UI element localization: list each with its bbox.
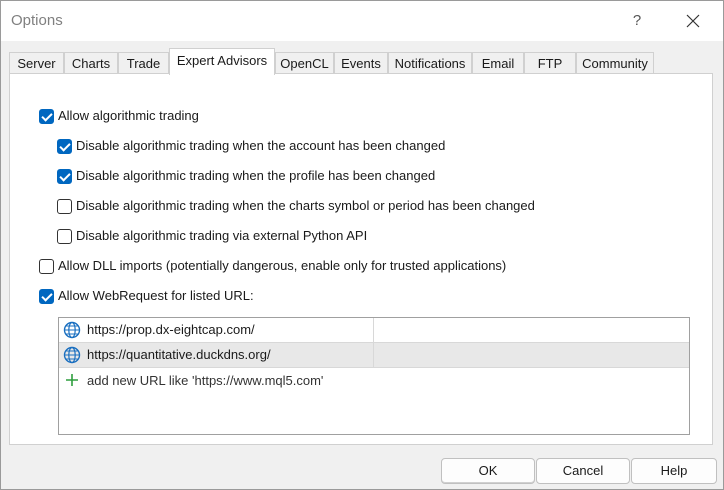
add-url-row[interactable]: add new URL like 'https://www.mql5.com' — [59, 370, 689, 392]
allow-algo-trading-label: Allow algorithmic trading — [58, 108, 199, 123]
close-button[interactable] — [677, 7, 709, 35]
url-text: https://prop.dx-eightcap.com/ — [87, 322, 255, 337]
column-divider — [373, 318, 374, 343]
disable-on-account-change-checkbox[interactable] — [57, 138, 72, 154]
disable-on-symbol-change-label: Disable algorithmic trading when the cha… — [76, 198, 535, 213]
globe-icon — [63, 321, 81, 339]
close-icon — [686, 14, 700, 28]
tab-trade[interactable]: Trade — [118, 52, 169, 74]
url-list[interactable]: https://prop.dx-eightcap.com/ https://qu… — [58, 317, 690, 435]
allow-webrequest-label: Allow WebRequest for listed URL: — [58, 288, 254, 303]
disable-on-profile-change-checkbox[interactable] — [57, 168, 72, 184]
allow-algo-trading-option[interactable]: Allow algorithmic trading — [39, 107, 199, 125]
disable-on-account-change-option[interactable]: Disable algorithmic trading when the acc… — [57, 137, 445, 155]
allow-dll-imports-option[interactable]: Allow DLL imports (potentially dangerous… — [39, 257, 506, 275]
tab-events[interactable]: Events — [334, 52, 388, 74]
tab-server[interactable]: Server — [9, 52, 64, 74]
allow-dll-imports-checkbox[interactable] — [39, 258, 54, 274]
disable-on-symbol-change-checkbox[interactable] — [57, 198, 72, 214]
help-button[interactable]: Help — [631, 458, 717, 484]
disable-on-profile-change-option[interactable]: Disable algorithmic trading when the pro… — [57, 167, 435, 185]
cancel-button[interactable]: Cancel — [536, 458, 630, 484]
options-dialog: Options ? Server Charts Trade Expert Adv… — [0, 0, 724, 490]
column-divider — [373, 343, 374, 368]
add-url-placeholder: add new URL like 'https://www.mql5.com' — [87, 373, 324, 388]
tab-opencl[interactable]: OpenCL — [275, 52, 334, 74]
tab-expert-advisors[interactable]: Expert Advisors — [169, 48, 275, 75]
allow-dll-imports-label: Allow DLL imports (potentially dangerous… — [58, 258, 507, 273]
plus-icon — [66, 374, 78, 386]
disable-python-api-label: Disable algorithmic trading via external… — [76, 228, 368, 243]
tab-community[interactable]: Community — [576, 52, 654, 74]
ok-button[interactable]: OK — [441, 458, 535, 484]
disable-on-account-change-label: Disable algorithmic trading when the acc… — [76, 138, 446, 153]
tab-charts[interactable]: Charts — [64, 52, 118, 74]
title-bar: Options ? — [1, 1, 723, 41]
tab-ftp[interactable]: FTP — [524, 52, 576, 74]
help-title-button[interactable]: ? — [621, 7, 653, 35]
allow-algo-trading-checkbox[interactable] — [39, 108, 54, 124]
url-row-selected[interactable]: https://quantitative.duckdns.org/ — [59, 343, 689, 368]
allow-webrequest-option[interactable]: Allow WebRequest for listed URL: — [39, 287, 254, 305]
tab-email[interactable]: Email — [472, 52, 524, 74]
expert-advisors-panel: Allow algorithmic trading Disable algori… — [9, 73, 713, 445]
disable-python-api-option[interactable]: Disable algorithmic trading via external… — [57, 227, 367, 245]
allow-webrequest-checkbox[interactable] — [39, 288, 54, 304]
url-text: https://quantitative.duckdns.org/ — [87, 347, 271, 362]
globe-icon — [63, 346, 81, 364]
url-row[interactable]: https://prop.dx-eightcap.com/ — [59, 318, 689, 343]
disable-on-profile-change-label: Disable algorithmic trading when the pro… — [76, 168, 436, 183]
disable-python-api-checkbox[interactable] — [57, 228, 72, 244]
tab-notifications[interactable]: Notifications — [388, 52, 472, 74]
disable-on-symbol-change-option[interactable]: Disable algorithmic trading when the cha… — [57, 197, 535, 215]
window-title: Options — [11, 12, 63, 29]
